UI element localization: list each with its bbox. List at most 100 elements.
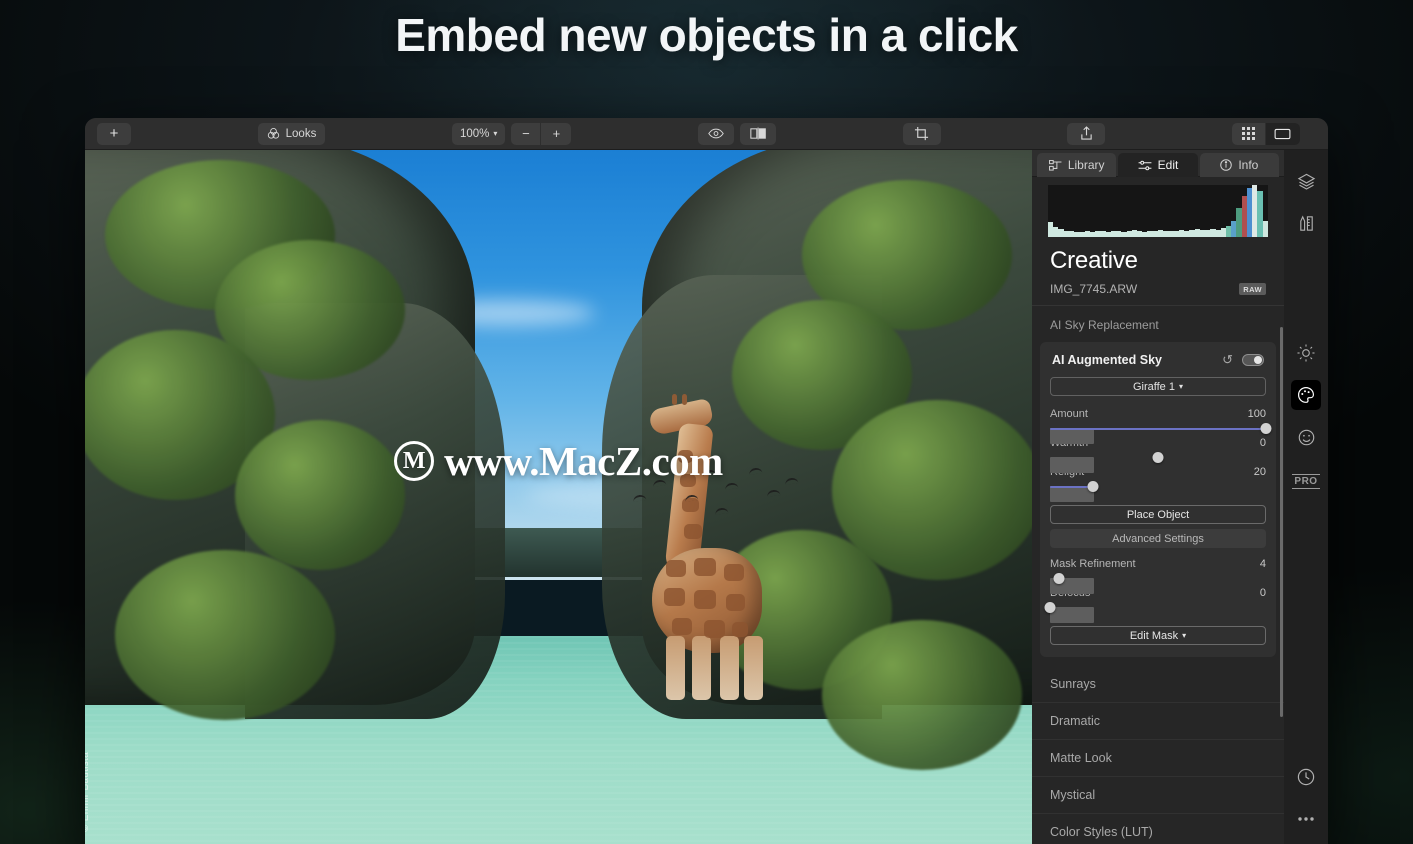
slider-warmth-track[interactable] — [1050, 452, 1266, 473]
tools-icon[interactable] — [1291, 208, 1321, 238]
slider-rail — [1050, 428, 1094, 444]
view-mode-group — [1231, 122, 1300, 145]
foliage — [115, 550, 335, 720]
giraffe-horn — [672, 394, 677, 405]
reset-arrow-icon[interactable]: ↺ — [1222, 352, 1233, 368]
grid-view-button[interactable] — [1232, 122, 1266, 145]
crop-button[interactable] — [902, 122, 941, 145]
object-select-dropdown[interactable]: Giraffe 1 ▾ — [1050, 377, 1266, 396]
card-header: AI Augmented Sky ↺ — [1050, 352, 1266, 377]
photo-credit: © Ehmir Bautista — [85, 752, 91, 832]
tool-rail: PRO — [1284, 150, 1328, 844]
panel-scroll-area[interactable]: Creative IMG_7745.ARW RAW AI Sky Replace… — [1032, 177, 1284, 844]
giraffe-object[interactable] — [620, 378, 795, 700]
page-title: Creative — [1050, 247, 1138, 274]
slider-mask-refinement-label: Mask Refinement — [1050, 558, 1136, 570]
tab-edit[interactable]: Edit — [1118, 153, 1198, 177]
toolbar: + Looks 100% ▾ − + — [85, 118, 1328, 150]
app-body: M www.MacZ.com © Ehmir Bautista Library — [85, 150, 1328, 844]
giraffe-spot — [726, 594, 745, 611]
toggle-knob — [1254, 356, 1262, 364]
share-button[interactable] — [1067, 122, 1106, 145]
list-item-matte-look[interactable]: Matte Look — [1032, 740, 1284, 777]
ai-augmented-sky-toggle[interactable] — [1242, 354, 1264, 366]
looks-button[interactable]: Looks — [257, 122, 326, 145]
slider-relight-track[interactable] — [1050, 481, 1266, 502]
zoom-in-button[interactable]: + — [541, 123, 571, 145]
giraffe-spot — [694, 590, 716, 609]
single-view-icon — [1274, 128, 1291, 140]
more-dots-icon[interactable] — [1291, 804, 1321, 834]
slider-knob[interactable] — [1152, 452, 1164, 463]
photo-canvas[interactable]: M www.MacZ.com © Ehmir Bautista — [85, 150, 1032, 844]
tab-library-label: Library — [1067, 158, 1105, 172]
slider-rail — [1050, 607, 1094, 623]
edit-mask-label: Edit Mask — [1129, 629, 1179, 642]
advanced-settings-button[interactable]: Advanced Settings — [1050, 529, 1266, 548]
foliage — [822, 620, 1022, 770]
slider-knob[interactable] — [1087, 481, 1099, 492]
list-item-dramatic[interactable]: Dramatic — [1032, 703, 1284, 740]
zoom-level-dropdown[interactable]: 100% ▾ — [451, 122, 506, 145]
info-icon — [1220, 159, 1233, 171]
compare-split-icon — [749, 127, 767, 140]
giraffe-horn — [682, 394, 687, 405]
giraffe-spot — [664, 588, 685, 606]
slider-mask-refinement-track[interactable] — [1050, 573, 1266, 594]
giraffe-spot — [724, 564, 744, 581]
pro-label: PRO — [1292, 473, 1320, 489]
slider-knob[interactable] — [1260, 423, 1272, 434]
slider-knob[interactable] — [1044, 602, 1056, 613]
section-label-ai-sky-replacement: AI Sky Replacement — [1050, 318, 1159, 332]
giraffe-leg — [744, 636, 763, 700]
layers-icon[interactable] — [1291, 166, 1321, 196]
slider-fill — [1050, 428, 1266, 430]
giraffe-leg — [720, 636, 739, 700]
list-item-color-styles-lut[interactable]: Color Styles (LUT) — [1032, 814, 1284, 844]
preview-toggle-button[interactable] — [698, 122, 735, 145]
zoom-out-button[interactable]: − — [511, 122, 542, 145]
panel-tabs: Library Edit Info — [1032, 150, 1284, 177]
chevron-down-icon: ▾ — [1178, 382, 1183, 391]
tab-info[interactable]: Info — [1199, 153, 1279, 177]
edit-mask-button[interactable]: Edit Mask ▾ — [1050, 626, 1266, 645]
clock-history-icon[interactable] — [1291, 762, 1321, 792]
list-item-mystical[interactable]: Mystical — [1032, 777, 1284, 814]
single-view-button[interactable] — [1265, 122, 1300, 145]
place-object-button[interactable]: Place Object — [1050, 505, 1266, 524]
list-item-sunrays[interactable]: Sunrays — [1032, 666, 1284, 703]
slider-defocus-track[interactable] — [1044, 602, 1266, 623]
panel-scrollbar[interactable] — [1279, 327, 1283, 717]
page-headline: Embed new objects in a click — [395, 9, 1018, 61]
ai-augmented-sky-card: AI Augmented Sky ↺ Giraffe 1 ▾ Amount 10… — [1040, 342, 1276, 657]
pro-badge[interactable]: PRO — [1291, 466, 1321, 496]
slider-mask-refinement[interactable]: Mask Refinement 4 — [1050, 556, 1266, 594]
slider-amount-value: 100 — [1247, 408, 1266, 420]
compare-button[interactable] — [740, 122, 777, 145]
zoom-level-value: 100% — [459, 127, 490, 140]
share-export-icon — [1080, 126, 1093, 141]
grid-view-icon — [1241, 127, 1255, 140]
tab-library[interactable]: Library — [1037, 153, 1117, 177]
object-select-value: Giraffe 1 — [1132, 380, 1175, 393]
giraffe-spot — [680, 474, 696, 487]
color-palette-icon[interactable] — [1291, 380, 1321, 410]
giraffe-spot — [666, 560, 686, 577]
slider-defocus-value: 0 — [1259, 587, 1266, 599]
tab-edit-label: Edit — [1157, 158, 1179, 172]
light-icon[interactable] — [1291, 338, 1321, 368]
slider-amount-label-row: Amount 100 — [1050, 408, 1266, 423]
file-name: IMG_7745.ARW — [1050, 282, 1138, 296]
slider-amount-track[interactable] — [1050, 423, 1272, 444]
file-row: IMG_7745.ARW RAW — [1032, 275, 1284, 306]
slider-relight-value: 20 — [1253, 466, 1266, 478]
slider-mask-refinement-value: 4 — [1259, 558, 1266, 570]
slider-amount[interactable]: Amount 100 — [1050, 406, 1272, 444]
looks-venn-icon — [267, 127, 280, 140]
slider-knob[interactable] — [1053, 573, 1065, 584]
giraffe-leg — [692, 636, 711, 700]
slider-rail — [1050, 457, 1094, 473]
chevron-down-icon: ▾ — [493, 129, 498, 138]
add-button[interactable]: + — [97, 122, 131, 145]
portrait-icon[interactable] — [1291, 422, 1321, 452]
